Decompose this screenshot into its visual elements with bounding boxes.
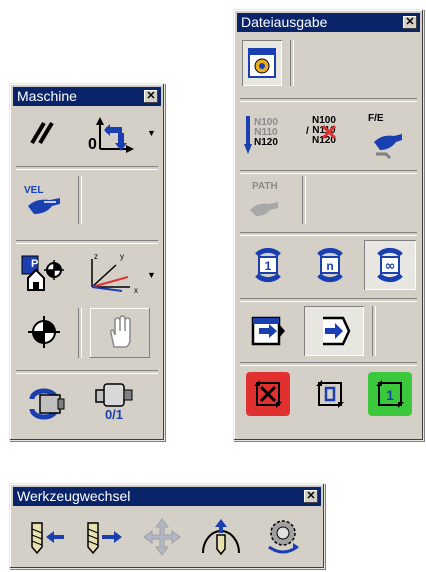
dateiausgabe-window: Dateiausgabe ✕ N100 N110 N120 N100 N110 … <box>233 9 424 441</box>
counter-zero-button[interactable] <box>308 372 352 416</box>
axis-zero-label: 0 <box>88 136 97 153</box>
vertical-separator <box>302 176 306 224</box>
dateiausgabe-close-button[interactable]: ✕ <box>403 16 417 29</box>
loop-infinite-text: ∞ <box>385 259 396 274</box>
coordinate-system-button[interactable]: z y x <box>78 250 142 296</box>
counter-zero-icon <box>316 380 344 408</box>
loop-n-text: n <box>326 259 333 273</box>
vertical-separator <box>372 306 376 356</box>
counter-one-text: 1 <box>386 387 394 403</box>
loop-infinite-icon: ∞ <box>377 247 403 283</box>
spindle-icon <box>95 383 133 407</box>
path-hand-icon <box>250 202 278 216</box>
parallel-icon <box>30 121 54 145</box>
parallel-lines-button[interactable] <box>20 114 64 152</box>
werkzeugwechsel-window: Werkzeugwechsel ✕ <box>9 483 325 569</box>
separator <box>240 362 417 366</box>
tool-magazine-button[interactable] <box>256 514 310 560</box>
window-gear-icon <box>248 48 276 78</box>
separator <box>240 170 417 174</box>
spindle-rotate-button[interactable] <box>22 380 70 428</box>
down-arrow-icon <box>244 116 252 154</box>
loop-1-text: 1 <box>265 259 272 273</box>
werkzeugwechsel-title: Werkzeugwechsel <box>17 488 131 504</box>
spindle-zero-one-button[interactable]: 0/1 <box>86 380 142 428</box>
drill-left-arrow-icon <box>31 522 64 555</box>
path-label: PATH <box>252 181 278 192</box>
separator <box>240 232 417 236</box>
drill-lift-arrow-icon <box>202 519 240 556</box>
path-button[interactable]: PATH <box>242 176 290 224</box>
run-n-button[interactable]: n <box>304 240 356 290</box>
werkzeugwechsel-titlebar[interactable]: Werkzeugwechsel ✕ <box>13 487 321 506</box>
maschine-title: Maschine <box>17 88 77 104</box>
maschine-close-button[interactable]: ✕ <box>144 90 158 103</box>
vertical-separator <box>78 176 82 224</box>
werkzeugwechsel-close-button[interactable]: ✕ <box>304 490 318 503</box>
drill-right-arrow-icon <box>87 522 122 555</box>
output-arrow-button[interactable] <box>304 306 364 356</box>
tool-lift-button[interactable] <box>194 514 248 560</box>
hand-icon <box>110 315 131 348</box>
tool-move-button[interactable] <box>136 514 188 560</box>
nc-lines-button[interactable]: N100 N110 N120 <box>242 106 290 164</box>
crosshair-target-icon <box>28 316 60 348</box>
axis-dropdown-arrow-icon[interactable]: ▼ <box>147 128 156 138</box>
vertical-separator <box>78 308 82 358</box>
dateiausgabe-titlebar[interactable]: Dateiausgabe ✕ <box>237 13 420 32</box>
vel-label: VEL <box>24 185 44 196</box>
coordinate-axes-icon <box>91 259 130 292</box>
maschine-window: Maschine ✕ 0 ▼ VEL P z y x ▼ 0/1 <box>9 83 165 441</box>
nc-line-3: N120 <box>254 137 278 148</box>
axis-zero-button[interactable]: 0 <box>78 112 142 156</box>
axis-label-y: y <box>120 252 124 261</box>
maschine-titlebar[interactable]: Maschine ✕ <box>13 87 161 106</box>
feed-button[interactable]: F/E <box>362 106 412 164</box>
counter-one-icon: 1 <box>376 380 404 408</box>
output-window-button[interactable] <box>242 306 294 356</box>
slash-mark: / <box>306 126 309 137</box>
separator <box>16 370 158 374</box>
tool-unload-button[interactable] <box>20 514 72 560</box>
separator <box>240 298 417 302</box>
dateiausgabe-title: Dateiausgabe <box>241 14 328 30</box>
home-p-label: P <box>31 258 39 270</box>
coordinate-dropdown-arrow-icon[interactable]: ▼ <box>147 270 156 280</box>
move-arrows-icon <box>143 518 181 556</box>
loop-single-icon: 1 <box>255 247 281 283</box>
arrow-into-box-icon <box>323 316 351 346</box>
vel-button[interactable]: VEL <box>18 176 70 224</box>
home-target-icon <box>21 255 64 291</box>
separator <box>16 240 158 244</box>
home-position-button[interactable]: P <box>18 250 70 296</box>
separator <box>240 98 417 102</box>
skip-block-button[interactable]: N100 N110 N120 / <box>302 106 352 164</box>
axis-label-z: z <box>94 252 98 261</box>
zero-one-label: 0/1 <box>104 407 124 422</box>
separator <box>16 166 158 170</box>
counter-one-button[interactable]: 1 <box>368 372 412 416</box>
target-button[interactable] <box>24 312 64 352</box>
axis-label-x: x <box>134 286 138 295</box>
loop-n-icon: n <box>317 247 343 283</box>
vertical-separator <box>290 40 294 86</box>
run-infinite-button[interactable]: ∞ <box>364 240 416 290</box>
reset-counter-icon <box>254 380 282 408</box>
red-cross-icon <box>322 125 336 139</box>
hand-button[interactable] <box>90 308 150 358</box>
feed-hand-icon <box>374 134 402 160</box>
magazine-gear-icon <box>268 520 299 554</box>
counter-reset-button[interactable] <box>246 372 290 416</box>
window-arrow-icon <box>251 316 285 346</box>
file-output-button[interactable] <box>242 40 282 86</box>
run-single-button[interactable]: 1 <box>242 240 294 290</box>
spindle-rotate-icon <box>29 388 65 420</box>
tool-load-button[interactable] <box>78 514 130 560</box>
